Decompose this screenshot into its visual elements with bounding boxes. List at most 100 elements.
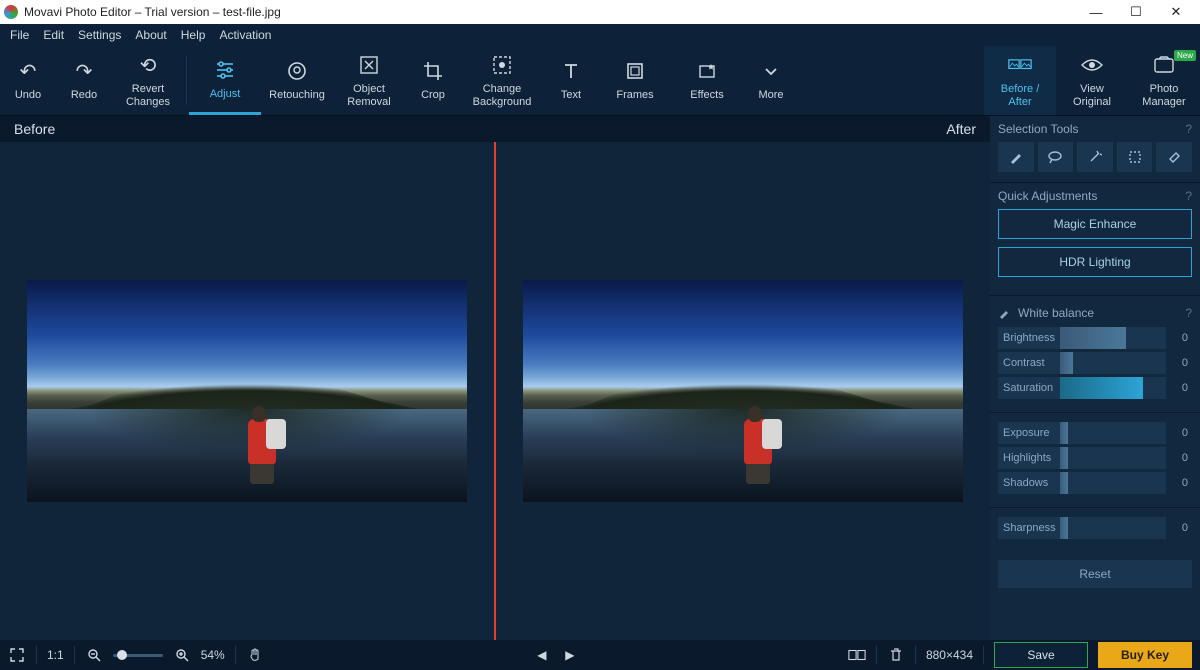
slider-track[interactable]: [1060, 447, 1166, 469]
reset-button[interactable]: Reset: [998, 560, 1192, 588]
undo-icon: ↶: [16, 59, 40, 83]
retouching-icon: [285, 59, 309, 83]
redo-icon: ↷: [72, 59, 96, 83]
toolbar: ↶ Undo ↷ Redo ⟲ Revert Changes Adjust Re…: [0, 46, 1200, 116]
slider-label: Saturation: [998, 377, 1060, 399]
after-pane[interactable]: [496, 142, 990, 640]
fullscreen-icon[interactable]: [8, 646, 26, 664]
slider-track[interactable]: [1060, 422, 1166, 444]
brush-tool[interactable]: [998, 142, 1034, 172]
slider-brightness[interactable]: Brightness 0: [998, 327, 1192, 349]
menu-settings[interactable]: Settings: [78, 28, 121, 42]
slider-sharpness[interactable]: Sharpness 0: [998, 517, 1192, 539]
effects-button[interactable]: Effects: [671, 46, 743, 115]
buy-key-button[interactable]: Buy Key: [1098, 642, 1192, 668]
slider-value: 0: [1166, 477, 1192, 489]
before-pane[interactable]: [0, 142, 494, 640]
menu-help[interactable]: Help: [181, 28, 206, 42]
slider-value: 0: [1166, 332, 1192, 344]
slider-track[interactable]: [1060, 327, 1166, 349]
slider-label: Brightness: [998, 327, 1060, 349]
maximize-button[interactable]: ☐: [1116, 0, 1156, 24]
crop-button[interactable]: Crop: [405, 46, 461, 115]
help-icon[interactable]: ?: [1185, 189, 1192, 203]
slider-track[interactable]: [1060, 352, 1166, 374]
trash-icon[interactable]: [887, 646, 905, 664]
eyedropper-icon[interactable]: [998, 307, 1010, 319]
next-icon[interactable]: ▶: [561, 646, 579, 664]
slider-saturation[interactable]: Saturation 0: [998, 377, 1192, 399]
prev-icon[interactable]: ◀: [533, 646, 551, 664]
hand-tool-icon[interactable]: [246, 646, 264, 664]
revert-changes-button[interactable]: ⟲ Revert Changes: [112, 46, 184, 115]
help-icon[interactable]: ?: [1185, 122, 1192, 136]
slider-label: Exposure: [998, 422, 1060, 444]
frames-button[interactable]: Frames: [599, 46, 671, 115]
canvas-area: Before After: [0, 116, 990, 640]
slider-track[interactable]: [1060, 517, 1166, 539]
chevron-down-icon: [759, 59, 783, 83]
slider-label: Sharpness: [998, 517, 1060, 539]
eraser-tool[interactable]: [1156, 142, 1192, 172]
image-dimensions: 880×434: [926, 648, 973, 662]
slider-value: 0: [1166, 382, 1192, 394]
slider-value: 0: [1166, 357, 1192, 369]
frames-icon: [623, 59, 647, 83]
magic-enhance-button[interactable]: Magic Enhance: [998, 209, 1192, 239]
selection-tools-title: Selection Tools: [998, 122, 1079, 136]
slider-exposure[interactable]: Exposure0: [998, 422, 1192, 444]
close-button[interactable]: ✕: [1156, 0, 1196, 24]
slider-label: Shadows: [998, 472, 1060, 494]
menubar: File Edit Settings About Help Activation: [0, 24, 1200, 46]
adjust-icon: [213, 58, 237, 82]
menu-file[interactable]: File: [10, 28, 29, 42]
compare-mode-icon[interactable]: [848, 646, 866, 664]
menu-activation[interactable]: Activation: [219, 28, 271, 42]
before-after-button[interactable]: Before / After: [984, 46, 1056, 115]
menu-about[interactable]: About: [135, 28, 166, 42]
undo-button[interactable]: ↶ Undo: [0, 46, 56, 115]
photo-manager-button[interactable]: New Photo Manager: [1128, 46, 1200, 115]
titlebar: Movavi Photo Editor – Trial version – te…: [0, 0, 1200, 24]
zoom-slider[interactable]: [113, 654, 163, 657]
hdr-lighting-button[interactable]: HDR Lighting: [998, 247, 1192, 277]
slider-value: 0: [1166, 522, 1192, 534]
crop-icon: [421, 59, 445, 83]
retouching-button[interactable]: Retouching: [261, 46, 333, 115]
view-original-button[interactable]: View Original: [1056, 46, 1128, 115]
after-image: [523, 280, 963, 502]
photo-manager-icon: [1152, 53, 1176, 77]
text-button[interactable]: Text: [543, 46, 599, 115]
save-button[interactable]: Save: [994, 642, 1088, 668]
slider-highlights[interactable]: Highlights0: [998, 447, 1192, 469]
change-background-button[interactable]: Change Background: [461, 46, 543, 115]
zoom-out-icon[interactable]: [85, 646, 103, 664]
redo-button[interactable]: ↷ Redo: [56, 46, 112, 115]
lasso-tool[interactable]: [1038, 142, 1074, 172]
help-icon[interactable]: ?: [1185, 306, 1192, 320]
effects-icon: [695, 59, 719, 83]
zoom-in-icon[interactable]: [173, 646, 191, 664]
magic-wand-tool[interactable]: [1077, 142, 1113, 172]
object-removal-button[interactable]: Object Removal: [333, 46, 405, 115]
window-title: Movavi Photo Editor – Trial version – te…: [24, 5, 281, 19]
more-button[interactable]: More: [743, 46, 799, 115]
slider-label: Contrast: [998, 352, 1060, 374]
slider-shadows[interactable]: Shadows 0: [998, 472, 1192, 494]
minimize-button[interactable]: —: [1076, 0, 1116, 24]
before-image: [27, 280, 467, 502]
menu-edit[interactable]: Edit: [43, 28, 64, 42]
after-label: After: [946, 121, 976, 137]
adjust-button[interactable]: Adjust: [189, 46, 261, 115]
eye-icon: [1080, 53, 1104, 77]
white-balance-label: White balance: [1018, 306, 1094, 320]
slider-track[interactable]: [1060, 377, 1166, 399]
new-badge: New: [1174, 50, 1196, 61]
slider-label: Highlights: [998, 447, 1060, 469]
marquee-tool[interactable]: [1117, 142, 1153, 172]
compare-header: Before After: [0, 116, 990, 142]
zoom-ratio[interactable]: 1:1: [47, 648, 64, 662]
slider-track[interactable]: [1060, 472, 1166, 494]
text-icon: [559, 59, 583, 83]
slider-contrast[interactable]: Contrast 0: [998, 352, 1192, 374]
